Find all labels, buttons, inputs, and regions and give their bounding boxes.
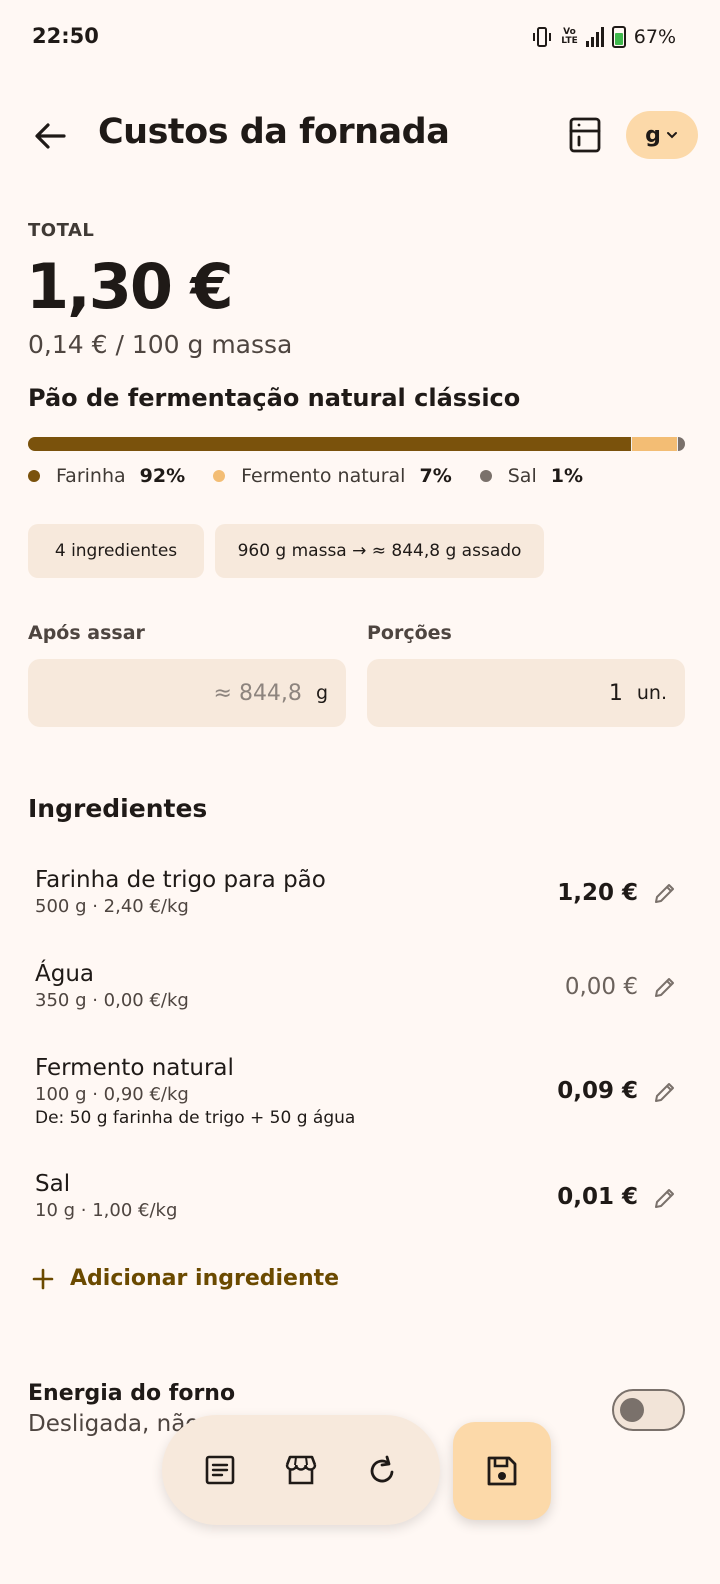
bottom-toolbar: [162, 1415, 440, 1525]
ingredient-name: Água: [35, 961, 95, 987]
legend-item: Farinha 92%: [28, 465, 185, 487]
legend-label: Farinha: [56, 465, 126, 487]
composition-legend: Farinha 92% Fermento natural 7% Sal 1%: [28, 465, 611, 487]
add-ingredient-label: Adicionar ingrediente: [70, 1266, 340, 1291]
mass-info-chip: 960 g massa → ≈ 844,8 g assado: [215, 524, 544, 578]
after-baking-label: Após assar: [28, 622, 145, 644]
legend-percent: 1%: [550, 465, 583, 487]
legend-percent: 92%: [139, 465, 186, 487]
save-button[interactable]: [453, 1422, 551, 1520]
composition-bar: [28, 437, 685, 451]
ingredient-detail: 350 g · 0,00 €/kg: [35, 990, 189, 1011]
status-icons: Vo LTE 67%: [531, 26, 676, 48]
ingredients-title: Ingredientes: [28, 794, 208, 823]
pencil-icon[interactable]: [653, 1080, 677, 1104]
refresh-button[interactable]: [357, 1445, 407, 1495]
ingredient-extra: De: 50 g farinha de trigo + 50 g água: [35, 1108, 356, 1128]
cost-per-mass: 0,14 € / 100 g massa: [28, 330, 293, 359]
legend-dot: [213, 470, 226, 482]
refresh-icon: [370, 1455, 394, 1483]
pencil-icon[interactable]: [653, 1186, 677, 1210]
add-ingredient-button[interactable]: Adicionar ingrediente: [32, 1266, 339, 1291]
ingredient-price: 0,09 €: [557, 1078, 638, 1104]
legend-label: Fermento natural: [241, 465, 406, 487]
unit-selector-label: g: [645, 122, 661, 148]
legend-dot: [28, 470, 40, 482]
unit-selector[interactable]: g: [626, 111, 698, 159]
volte-icon: Vo LTE: [561, 27, 578, 46]
composition-segment: [28, 437, 631, 451]
signal-icon: [585, 27, 604, 47]
legend-item: Fermento natural 7%: [213, 465, 452, 487]
ingredient-price: 0,01 €: [557, 1184, 638, 1210]
oven-energy-title: Energia do forno: [28, 1381, 236, 1406]
arrow-left-icon[interactable]: [30, 116, 70, 156]
ingredient-detail: 100 g · 0,90 €/kg: [35, 1084, 189, 1105]
after-baking-value: ≈ 844,8: [213, 680, 302, 706]
ingredient-detail: 500 g · 2,40 €/kg: [35, 896, 189, 917]
legend-item: Sal 1%: [479, 465, 583, 487]
ingredient-name: Sal: [35, 1171, 71, 1197]
battery-icon: [611, 26, 626, 48]
pencil-icon[interactable]: [653, 975, 677, 999]
recipe-name: Pão de fermentação natural clássico: [28, 384, 521, 412]
oven-energy-subtitle: Desligada, não: [28, 1411, 200, 1437]
portions-label: Porções: [367, 622, 452, 644]
ingredient-price: 0,00 €: [564, 974, 638, 1000]
calculator-icon[interactable]: [568, 116, 602, 154]
status-time: 22:50: [32, 24, 99, 48]
portions-field[interactable]: 1 un.: [367, 659, 685, 727]
after-baking-field[interactable]: ≈ 844,8 g: [28, 659, 346, 727]
ingredients-count-chip: 4 ingredientes: [28, 524, 204, 578]
total-label: TOTAL: [28, 220, 95, 241]
composition-segment: [678, 437, 685, 451]
store-icon: [285, 1455, 317, 1485]
oven-energy-toggle[interactable]: [612, 1389, 685, 1431]
pencil-icon[interactable]: [653, 881, 677, 905]
chevron-down-icon: [666, 132, 677, 139]
ingredient-detail: 10 g · 1,00 €/kg: [35, 1200, 178, 1221]
legend-label: Sal: [507, 465, 537, 487]
ingredient-price: 1,20 €: [557, 880, 638, 906]
ingredient-name: Farinha de trigo para pão: [35, 867, 326, 893]
notes-icon: [206, 1455, 235, 1485]
save-icon: [487, 1456, 517, 1486]
legend-percent: 7%: [419, 465, 452, 487]
portions-value: 1: [608, 680, 623, 706]
battery-percent: 67%: [633, 26, 676, 48]
legend-dot: [479, 470, 492, 482]
after-baking-unit: g: [315, 682, 328, 704]
notes-button[interactable]: [195, 1445, 245, 1495]
portions-unit: un.: [636, 682, 667, 704]
plus-icon: [32, 1268, 54, 1289]
store-button[interactable]: [276, 1445, 326, 1495]
ingredient-name: Fermento natural: [35, 1055, 234, 1081]
composition-segment: [631, 437, 678, 451]
vibrate-icon: [533, 27, 552, 47]
page-title: Custos da fornada: [98, 112, 450, 152]
total-value: 1,30 €: [26, 250, 234, 323]
